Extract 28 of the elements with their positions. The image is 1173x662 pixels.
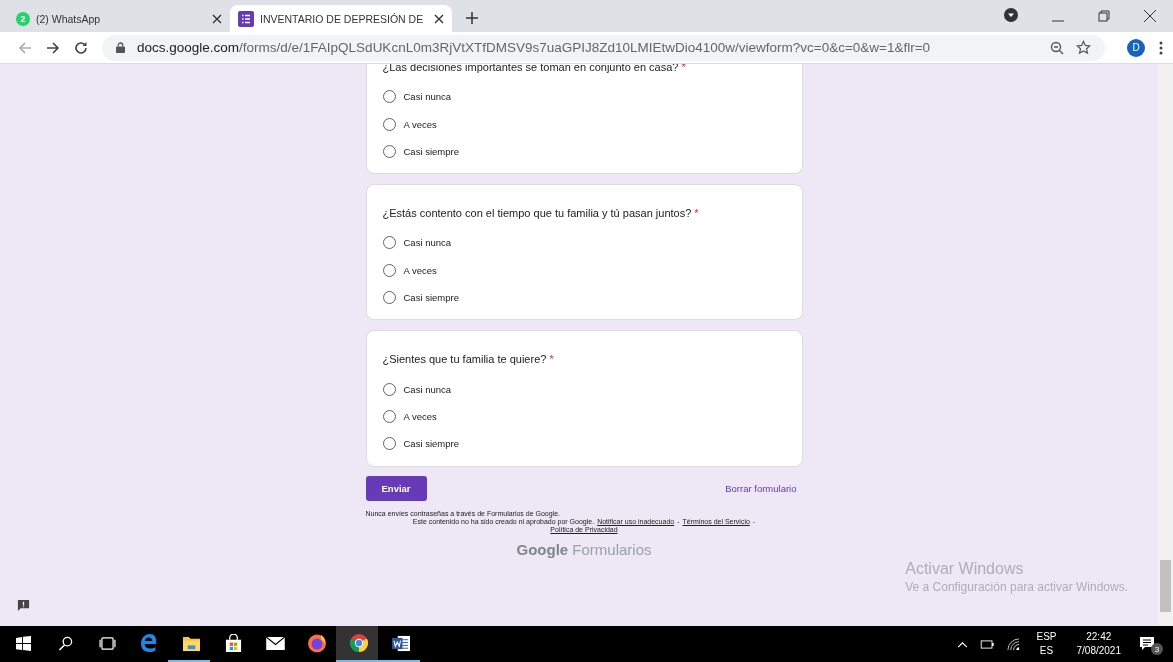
language-indicator[interactable]: ESP ES [1036,630,1057,658]
browser-tab[interactable]: 2 (2) WhatsApp [8,5,230,32]
notification-count: 3 [1151,643,1163,655]
question-text: ¿Las decisiones importantes se toman en conjunto en casa? * [382,64,687,73]
profile-avatar[interactable]: D [1127,38,1145,57]
option-label: Casi nunca [403,383,452,395]
tab-title: INVENTARIO DE DEPRESIÓN DE [260,12,425,25]
activation-title: Activar Windows [905,560,1025,578]
submit-button[interactable]: Enviar [365,475,427,501]
product-logo-text: Google Formularios [515,540,653,558]
option-label: Casi siempre [403,438,459,450]
option-label: A veces [403,118,437,130]
question-text: ¿Sientes que tu familia te quiere? * [382,353,555,366]
option-label: A veces [403,410,437,422]
activation-text: Ve a Configuración para activar Windows. [905,580,1128,594]
clock[interactable]: 22:42 7/08/2021 [1076,630,1121,658]
url-text: docs.google.com/forms/d/e/1FAIpQLSdUKcnL0m3RjVtXTfDMSV9s7uaGPIJ8Zd10LMIEtwDio4100w/viewform?vc=0&c=0&w=1&flr=0 [137,40,931,55]
option-label: A veces [403,264,437,276]
option-label: Casi siempre [403,145,459,157]
browser-tab[interactable]: INVENTARIO DE DEPRESIÓN DE [230,5,452,32]
tab-title: (2) WhatsApp [36,12,102,25]
option-label: Casi siempre [403,292,459,304]
chat-badge-icon: 2 [16,11,30,26]
option-label: Casi nunca [403,91,452,103]
question-text: ¿Estás contento con el tiempo que tu familia y tú pasan juntos? * [382,207,700,220]
address-bar[interactable]: docs.google.com/forms/d/e/1FAIpQLSdUKcnL0m3RjVtXTfDMSV9s7uaGPIJ8Zd10LMIEtwDio4100w/viewform?vc=0&c=0&w=1&flr=0 [102,34,1105,61]
clear-form-link[interactable]: Borrar formulario [725,482,797,494]
option-label: Casi nunca [403,237,452,249]
